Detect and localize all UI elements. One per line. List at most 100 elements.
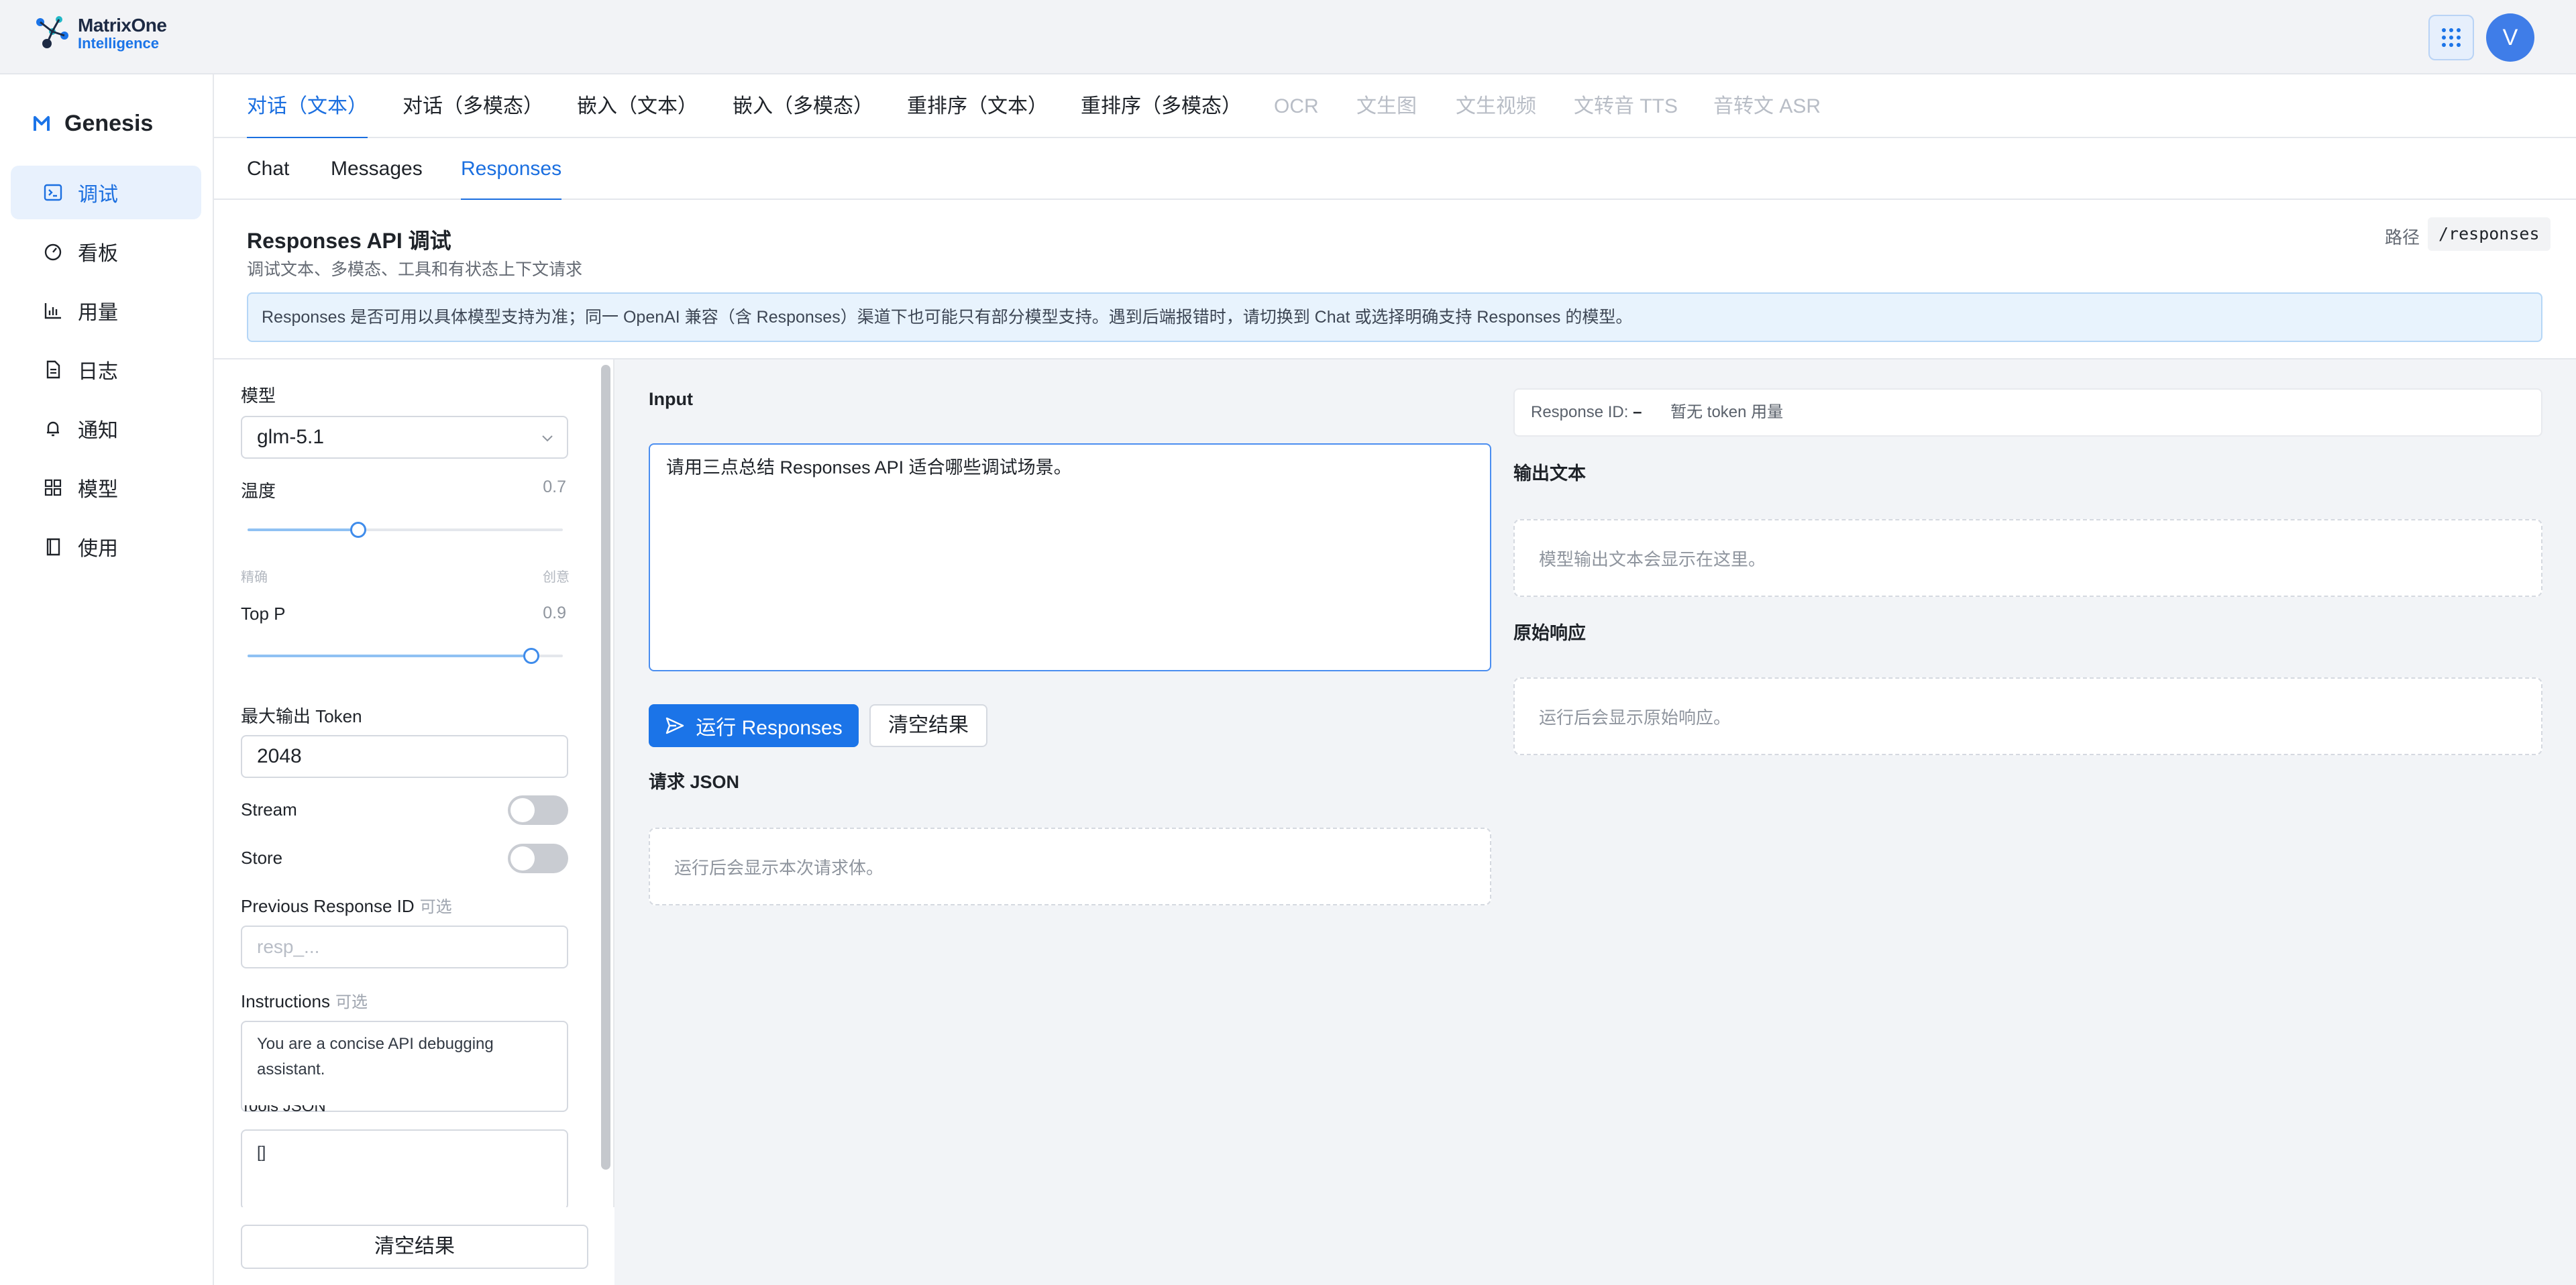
sidebar-nav: 调试 看板 用量 日志 通知 模型 使用 [11,166,201,579]
document-icon [46,360,60,379]
grid-icon [44,479,62,496]
sidebar-item-logs[interactable]: 日志 [11,343,201,396]
input-textarea[interactable]: 请用三点总结 Responses API 适合哪些调试场景。 [649,443,1491,671]
previous-response-id-label: Previous Response ID 可选 [241,893,452,917]
instructions-textarea[interactable]: You are a concise API debugging assistan… [241,1021,568,1112]
max-tokens-input[interactable]: 2048 [241,735,568,778]
raw-response-label: 原始响应 [1513,623,1586,643]
top-p-slider[interactable] [248,648,563,664]
sidebar-item-label: 日志 [78,361,118,383]
sidebar-item-usage[interactable]: 用量 [11,284,201,337]
token-usage: 暂无 token 用量 [1670,403,1784,421]
path-label: 路径 [2385,227,2420,247]
store-toggle[interactable] [508,844,568,873]
page-title: Responses API 调试 [247,229,451,253]
sidebar-item-models[interactable]: 模型 [11,461,201,514]
tab-embed-text[interactable]: 嵌入（文本） [577,74,698,138]
request-json-label: 请求 JSON [649,772,740,792]
bell-icon [47,421,59,437]
send-icon [666,717,684,734]
tools-json-textarea[interactable]: [] [241,1129,568,1210]
slider-thumb[interactable] [523,648,539,664]
output-text-placeholder: 模型输出文本会显示在这里。 [1539,549,1766,569]
params-footer: 清空结果 [214,1207,614,1285]
params-scrollbar-thumb[interactable] [601,365,610,1170]
optional-hint: 可选 [419,898,452,916]
instructions-label-text: Instructions [241,991,330,1011]
dashboard-icon [44,243,62,261]
clear-results-button[interactable]: 清空结果 [241,1225,588,1269]
tab-text-to-image: 文生图 [1356,95,1417,117]
app-brand[interactable]: Genesis [32,111,153,137]
model-select-value: glm-5.1 [257,426,325,448]
temperature-min-caption: 精确 [241,570,268,585]
request-json-placeholder: 运行后会显示本次请求体。 [674,857,884,878]
slider-fill [248,655,531,657]
slider-fill [248,528,358,531]
stream-label: Stream [241,799,297,820]
response-id-value: – [1633,403,1642,421]
sub-tabs: Chat Messages Responses [214,138,2576,201]
temperature-label: 温度 [241,481,276,501]
tab-text-to-video: 文生视频 [1456,95,1536,117]
tab-asr: 音转文 ASR [1713,95,1821,117]
response-id-label: Response ID: [1531,403,1629,421]
terminal-icon [44,184,62,201]
top-bar: MatrixOne Intelligence V [0,0,2576,74]
info-notice: Responses 是否可用以具体模型支持为准；同一 OpenAI 兼容（含 R… [247,292,2542,342]
tab-rerank-text[interactable]: 重排序（文本） [907,74,1048,138]
output-text-label: 输出文本 [1513,463,1586,484]
logo-text-line2: Intelligence [78,35,160,52]
sidebar-item-usage-guide[interactable]: 使用 [11,520,201,573]
top-p-value: 0.9 [543,604,566,622]
response-meta-bar: Response ID: – 暂无 token 用量 [1513,388,2542,437]
genesis-logo-icon [34,115,50,131]
user-avatar[interactable]: V [2486,13,2534,62]
tab-responses[interactable]: Responses [461,138,562,201]
tab-chat-text[interactable]: 对话（文本） [247,74,368,139]
sidebar-item-label: 调试 [78,184,118,206]
model-select[interactable]: glm-5.1 [241,416,568,459]
sidebar-item-debug[interactable]: 调试 [11,166,201,219]
tab-messages[interactable]: Messages [331,138,423,200]
sidebar-item-notifications[interactable]: 通知 [11,402,201,455]
slider-thumb[interactable] [350,522,366,538]
tab-embed-multimodal[interactable]: 嵌入（多模态） [733,74,873,138]
tab-chat-multimodal[interactable]: 对话（多模态） [402,74,543,138]
raw-response-box: 运行后会显示原始响应。 [1513,677,2542,755]
run-responses-label: 运行 Responses [696,717,843,739]
tab-rerank-multimodal[interactable]: 重排序（多模态） [1081,74,1242,138]
toggle-knob [511,798,535,822]
main-tabs: 对话（文本） 对话（多模态） 嵌入（文本） 嵌入（多模态） 重排序（文本） 重排… [214,74,2576,139]
sidebar-item-dashboard[interactable]: 看板 [11,225,201,278]
top-p-label: Top P [241,604,286,624]
page-header: Responses API 调试 调试文本、多模态、工具和有状态上下文请求 路径… [214,200,2576,359]
clear-results-button[interactable]: 清空结果 [869,704,987,747]
page-subtitle: 调试文本、多模态、工具和有状态上下文请求 [247,260,583,279]
sidebar-item-label: 看板 [78,243,118,265]
tab-chat[interactable]: Chat [247,138,289,200]
logo[interactable]: MatrixOne Intelligence [32,12,167,55]
temperature-value: 0.7 [543,478,566,496]
temperature-slider[interactable] [248,522,563,538]
bar-chart-icon [44,303,61,319]
tab-tts: 文转音 TTS [1574,95,1678,117]
sidebar-item-label: 通知 [78,420,118,442]
output-text-box: 模型输出文本会显示在这里。 [1513,519,2542,597]
toggle-knob [511,846,535,871]
input-label: Input [649,389,693,409]
book-icon [46,538,60,556]
apps-menu-button[interactable] [2428,15,2474,60]
sidebar: Genesis 调试 看板 用量 日志 通知 模型 使用 [0,74,214,1285]
app-name: Genesis [64,111,154,136]
chevron-down-icon [542,435,553,442]
store-label: Store [241,848,283,868]
grid-dots-icon [2442,28,2461,47]
logo-text-line1: MatrixOne [78,15,167,36]
temperature-max-caption: 创意 [543,570,570,585]
params-panel: 模型 glm-5.1 温度 0.7 精确 创意 Top P 0.9 最大输出 T… [214,359,614,1285]
run-responses-button[interactable]: 运行 Responses [649,704,859,747]
stream-toggle[interactable] [508,795,568,825]
previous-response-id-input[interactable]: resp_... [241,926,568,968]
tab-ocr: OCR [1274,95,1319,117]
